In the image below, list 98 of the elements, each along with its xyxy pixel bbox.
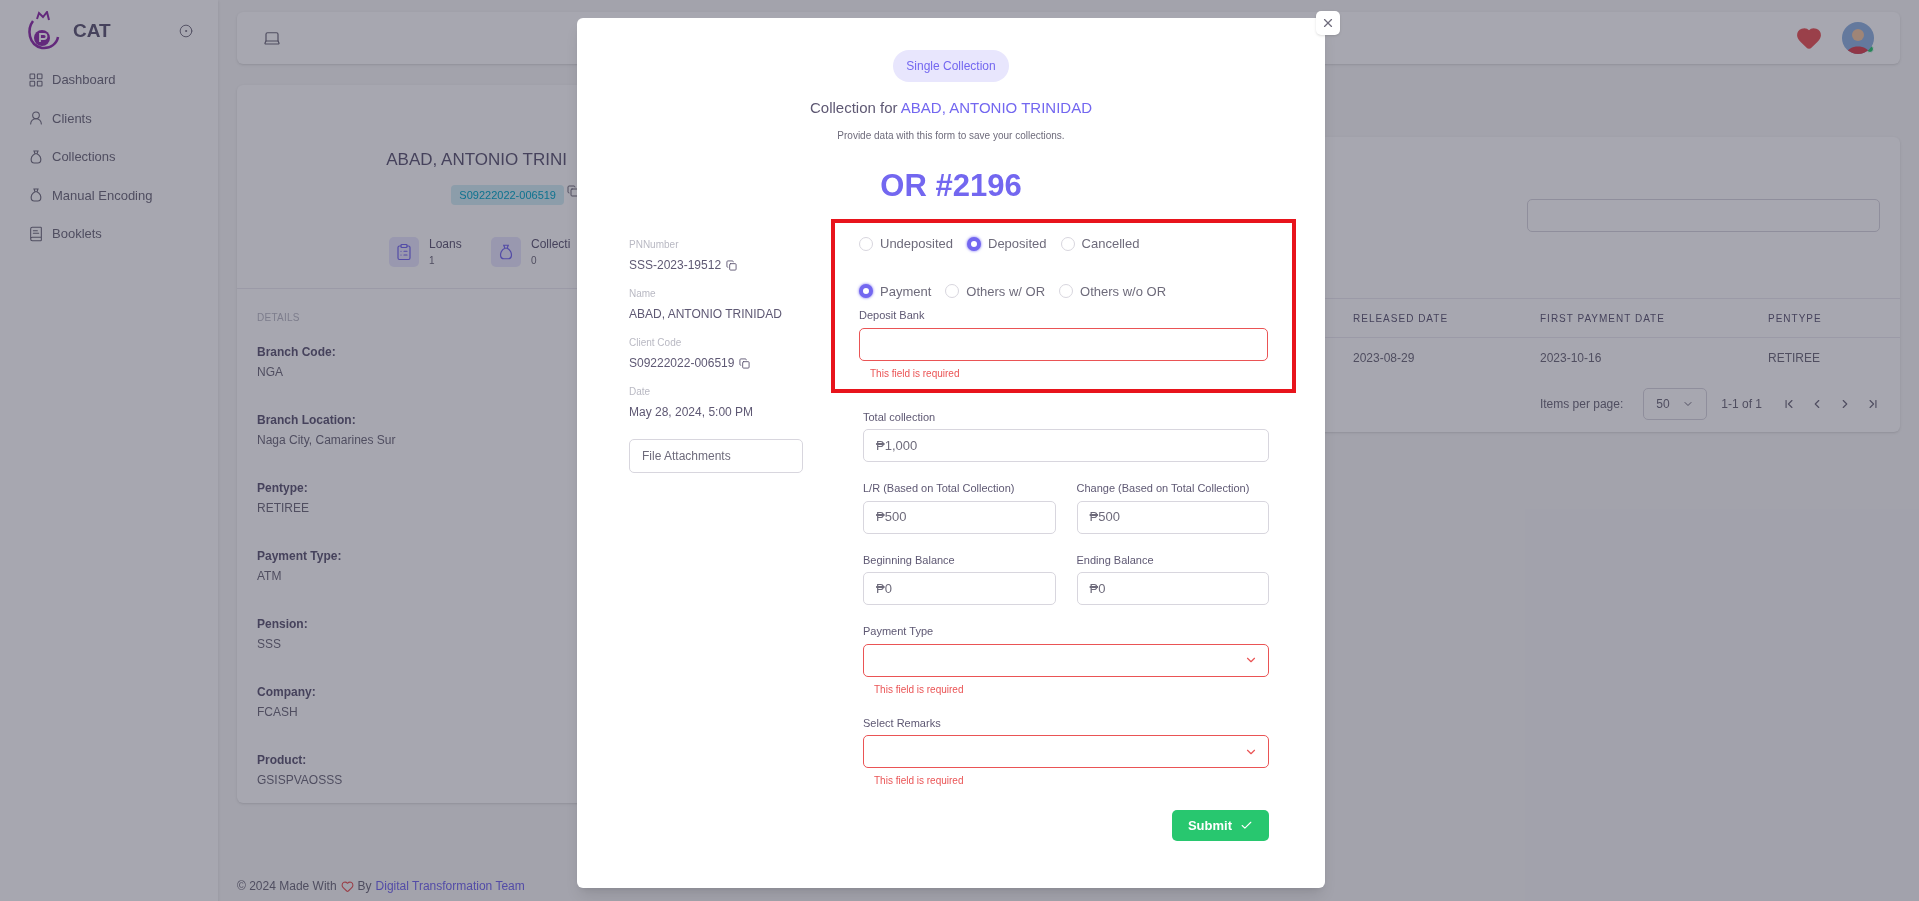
detail-value: Naga City, Camarines Sur bbox=[257, 432, 397, 449]
detail-label: Branch Location: bbox=[257, 412, 357, 429]
detail-value: NGA bbox=[257, 364, 284, 381]
radio-option[interactable]: Others w/ OR bbox=[945, 281, 1046, 301]
input-field[interactable]: ₱500 bbox=[863, 500, 1056, 534]
detail-label: Pentype: bbox=[257, 480, 309, 497]
input-field[interactable]: ₱0 bbox=[1076, 572, 1269, 605]
radio-option[interactable]: Undeposited bbox=[859, 234, 953, 254]
copy-icon[interactable] bbox=[726, 259, 738, 271]
field-label: L/R (Based on Total Collection) bbox=[863, 481, 1016, 496]
field-label: Payment Type bbox=[863, 624, 935, 639]
page-range: 1-1 of 1 bbox=[1721, 396, 1762, 413]
field-label: Total collection bbox=[863, 409, 937, 425]
last-page-icon[interactable] bbox=[1866, 397, 1880, 411]
field-label: Beginning Balance bbox=[863, 552, 956, 568]
book-icon bbox=[28, 225, 44, 242]
sidebar-item[interactable]: Dashboard bbox=[28, 70, 190, 90]
stat-label: Collecti bbox=[531, 236, 572, 253]
column-header: PENTYPE bbox=[1768, 311, 1822, 326]
field-label: Select Remarks bbox=[863, 715, 942, 731]
field-label: Ending Balance bbox=[1076, 552, 1155, 568]
money-bag-icon bbox=[28, 148, 44, 165]
items-per-page-select[interactable]: 50 bbox=[1643, 388, 1708, 420]
heart-logo-icon bbox=[1796, 25, 1822, 51]
collapse-toggle-icon[interactable] bbox=[179, 24, 193, 38]
footer-link[interactable]: Digital Transformation Team bbox=[375, 877, 525, 895]
error-message: This field is required bbox=[873, 682, 965, 697]
input-field[interactable]: ₱500 bbox=[1076, 500, 1269, 534]
info-label: Client Code bbox=[629, 336, 683, 350]
error-message: This field is required bbox=[869, 366, 961, 381]
detail-label: Payment Type: bbox=[257, 548, 343, 565]
brand-name: CAT bbox=[73, 18, 111, 43]
input-field[interactable] bbox=[859, 327, 1268, 361]
file-attachments-button[interactable]: File Attachments bbox=[629, 439, 803, 473]
input-field[interactable]: ₱1,000 bbox=[863, 429, 1269, 462]
field-label: Deposit Bank bbox=[859, 308, 926, 323]
or-number: OR #2196 bbox=[880, 166, 1022, 205]
modal-subtitle: Provide data with this form to save your collections. bbox=[837, 128, 1065, 143]
stat-label: Loans bbox=[429, 236, 463, 253]
table-cell-text: RETIREE bbox=[1768, 350, 1820, 367]
info-value: SSS-2023-19512 bbox=[629, 257, 722, 274]
stat-value: 0 bbox=[531, 254, 538, 268]
info-value: S09222022-006519 bbox=[629, 355, 735, 372]
modal-title: Collection for ABAD, ANTONIO TRINIDAD bbox=[809, 98, 1092, 118]
info-label: Name bbox=[629, 287, 657, 301]
detail-label: Company: bbox=[257, 684, 317, 701]
column-header: FIRST PAYMENT DATE bbox=[1540, 311, 1666, 326]
field-label: Change (Based on Total Collection) bbox=[1076, 481, 1251, 496]
mode-badge: Single Collection bbox=[893, 50, 1009, 82]
copy-icon[interactable] bbox=[567, 184, 579, 197]
client-code-badge: S09222022-006519 bbox=[451, 184, 564, 205]
select-field[interactable] bbox=[863, 643, 1269, 677]
column-header: RELEASED DATE bbox=[1353, 311, 1450, 326]
close-button[interactable] bbox=[1316, 11, 1340, 35]
stat-value: 1 bbox=[429, 254, 436, 268]
info-value: May 28, 2024, 5:00 PM bbox=[629, 404, 754, 421]
cat-logo-icon bbox=[25, 11, 61, 51]
close-icon bbox=[1321, 16, 1335, 30]
laptop-icon[interactable] bbox=[263, 29, 281, 47]
error-message: This field is required bbox=[873, 774, 965, 788]
radio-option[interactable]: Payment bbox=[859, 281, 932, 301]
detail-value: GSISPVAOSSS bbox=[257, 772, 344, 789]
money-bag-icon bbox=[497, 242, 515, 261]
footer-by: By bbox=[357, 878, 372, 895]
radio-option[interactable]: Others w/o OR bbox=[1059, 281, 1167, 301]
detail-label: Product: bbox=[257, 752, 308, 769]
detail-label: Pension: bbox=[257, 616, 309, 633]
detail-label: Branch Code: bbox=[257, 344, 337, 361]
client-name: ABAD, ANTONIO TRINI bbox=[386, 149, 567, 171]
detail-value: FCASH bbox=[257, 704, 299, 721]
heart-icon bbox=[340, 879, 354, 893]
radio-option[interactable]: Deposited bbox=[967, 234, 1047, 254]
sidebar-item[interactable]: Clients bbox=[28, 108, 190, 128]
select-field[interactable] bbox=[863, 735, 1269, 768]
items-per-page-label: Items per page: bbox=[1539, 396, 1624, 413]
copy-icon[interactable] bbox=[739, 357, 751, 369]
footer-text: © 2024 Made With bbox=[237, 878, 337, 895]
grid-icon bbox=[28, 71, 44, 88]
avatar[interactable] bbox=[1842, 22, 1874, 54]
person-icon bbox=[28, 110, 44, 127]
clipboard-icon bbox=[395, 242, 413, 261]
sidebar-item[interactable]: Booklets bbox=[28, 224, 190, 244]
sidebar-item[interactable]: Collections bbox=[28, 147, 190, 167]
sidebar-item[interactable]: Manual Encoding bbox=[28, 185, 190, 205]
first-page-icon[interactable] bbox=[1782, 397, 1796, 411]
table-cell-text: 2023-10-16 bbox=[1540, 350, 1603, 367]
check-icon bbox=[1240, 819, 1253, 832]
detail-value: RETIREE bbox=[257, 500, 310, 517]
detail-value: ATM bbox=[257, 568, 283, 585]
radio-option[interactable]: Cancelled bbox=[1060, 234, 1140, 254]
detail-value: SSS bbox=[257, 636, 282, 653]
table-cell-text: 2023-08-29 bbox=[1353, 350, 1416, 367]
info-label: Date bbox=[629, 385, 652, 399]
search-field[interactable] bbox=[1527, 199, 1880, 232]
info-value: ABAD, ANTONIO TRINIDAD bbox=[629, 306, 782, 323]
input-field[interactable]: ₱0 bbox=[863, 572, 1056, 605]
info-label: PNNumber bbox=[629, 238, 680, 252]
money-bag-icon bbox=[28, 187, 44, 204]
